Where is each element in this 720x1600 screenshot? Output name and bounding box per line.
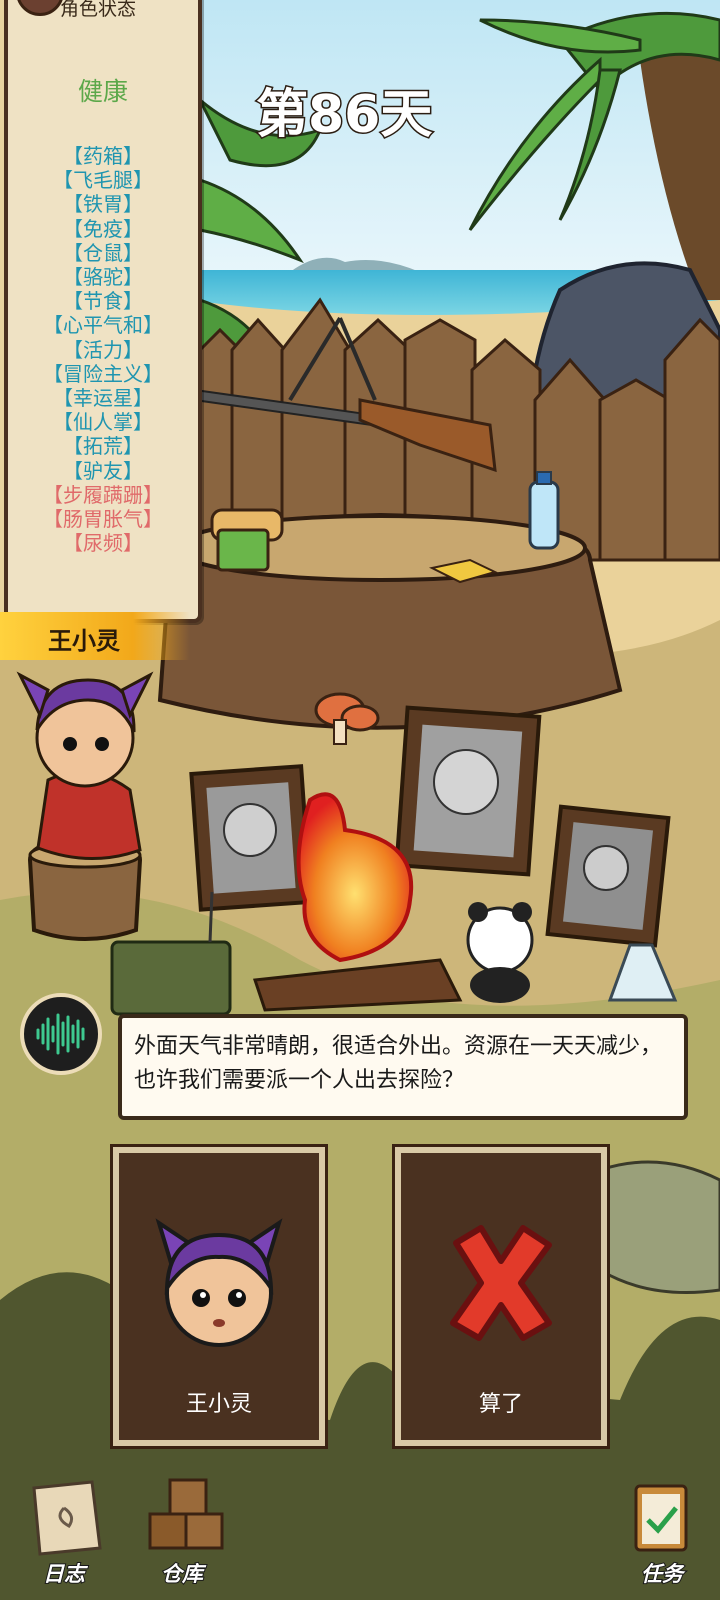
water-bottle	[528, 471, 560, 550]
character-name-banner: 王小灵	[0, 612, 190, 660]
perk-item: 【铁胃】	[63, 192, 143, 217]
choice-label: 算了	[478, 1392, 523, 1417]
panel-title: 角色状态	[60, 0, 137, 20]
choice-card-cancel[interactable]: 算了	[392, 1144, 610, 1449]
day-counter: 第86天	[254, 84, 433, 147]
choice-label: 王小灵	[185, 1392, 252, 1417]
perk-list: 【药箱】 【飞毛腿】 【铁胃】 【免疫】 【仓鼠】 【骆驼】 【节食】 【心平气和】 【活力】【…	[8, 144, 198, 555]
perk-item: 【免疫】	[63, 216, 143, 241]
perk-item: 【活力】	[63, 337, 143, 362]
perk-item: 【心平气和】	[43, 313, 163, 338]
perk-item: 【节食】	[63, 289, 143, 314]
choice-card-wang-xiaoling[interactable]: 王小灵	[110, 1144, 328, 1449]
panda-toy	[466, 902, 534, 1003]
nav-storage-button[interactable]: 仓库	[132, 1478, 232, 1588]
character-portrait	[155, 1218, 283, 1347]
clipboard-check-icon	[634, 1484, 688, 1552]
nav-log-button[interactable]: 日志	[14, 1478, 114, 1588]
journal-icon	[32, 1480, 102, 1556]
nav-label: 日志	[42, 1561, 86, 1587]
character-status-panel: 角色状态 健康 【药箱】 【飞毛腿】 【铁胃】 【免疫】 【仓鼠】 【骆驼】 【节食】 【心平…	[4, 0, 202, 623]
dialog-text: 外面天气非常晴朗，很适合外出。资源在一天天减少，也许我们需要派一个人出去探险？	[134, 1034, 663, 1093]
photo-frame-girl	[394, 705, 542, 877]
dialog-box: 外面天气非常晴朗，很适合外出。资源在一天天减少，也许我们需要派一个人出去探险？	[118, 1014, 688, 1120]
photo-frame-woman	[545, 804, 671, 948]
character-name: 王小灵	[48, 627, 120, 655]
stone-well	[598, 1160, 720, 1294]
perk-item: 【幸运星】	[53, 386, 153, 411]
perk-item: 【仓鼠】	[63, 240, 143, 265]
perk-item: 【飞毛腿】	[53, 168, 153, 193]
voice-button[interactable]	[20, 993, 102, 1075]
perk-item: 【药箱】	[63, 144, 143, 168]
perk-item: 【骆驼】	[63, 265, 143, 290]
sound-wave-icon	[36, 1013, 85, 1055]
perk-item: 【冒险主义】	[43, 361, 163, 386]
perk-item: 【仙人掌】	[53, 410, 153, 435]
perk-item: 【尿频】	[63, 531, 143, 556]
health-status: 健康	[77, 77, 128, 106]
crates-icon	[148, 1478, 224, 1550]
nav-tasks-button[interactable]: 任务	[612, 1478, 712, 1588]
perk-item: 【驴友】	[63, 458, 143, 483]
nav-label: 仓库	[160, 1561, 204, 1587]
photo-frame-man	[189, 764, 313, 912]
perk-item: 【肠胃胀气】	[43, 507, 163, 532]
perk-item: 【拓荒】	[63, 434, 143, 459]
avatar[interactable]	[16, 0, 64, 16]
red-x-icon	[450, 1225, 552, 1341]
perk-item: 【步履蹒跚】	[43, 482, 163, 507]
nav-label: 任务	[640, 1561, 684, 1587]
